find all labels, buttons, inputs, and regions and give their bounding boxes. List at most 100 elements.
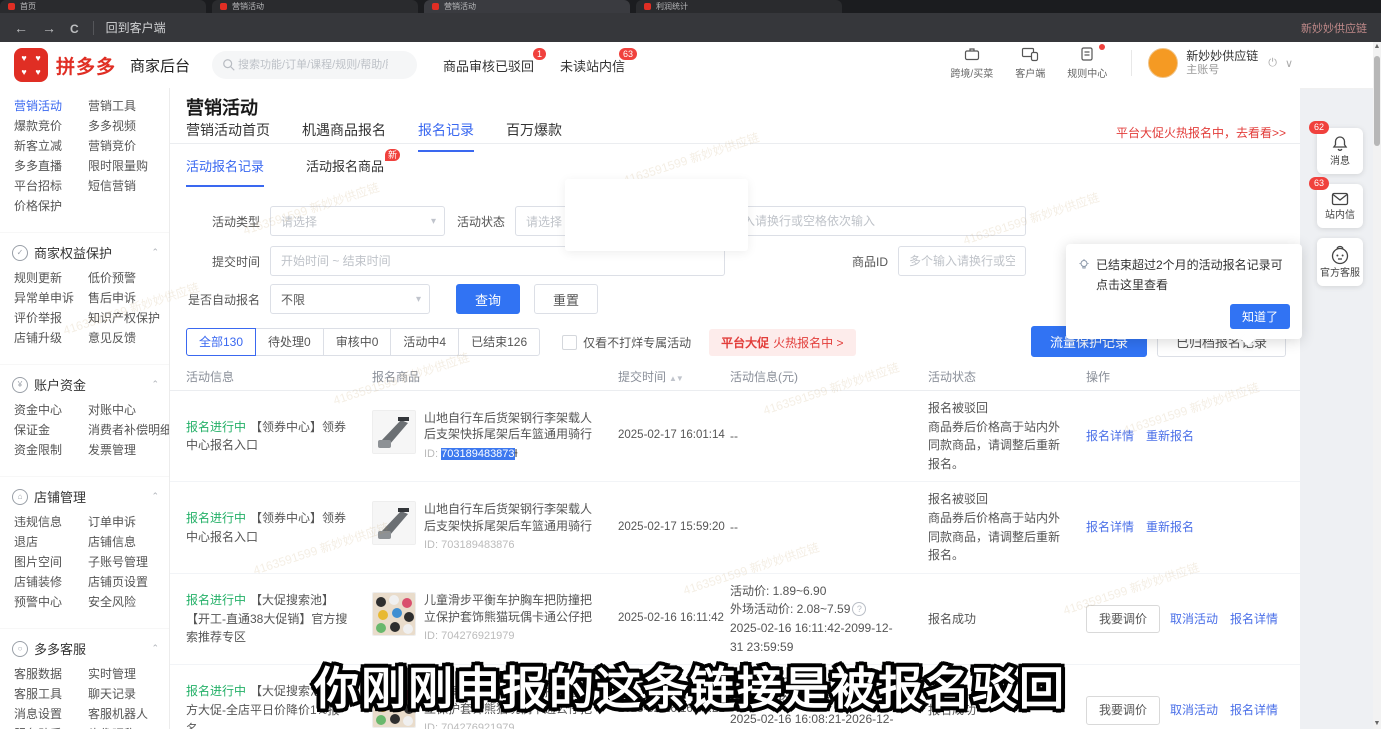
official-service-button[interactable]: 官方客服 (1317, 238, 1363, 286)
sidebar-item[interactable]: 价格保护 (14, 196, 88, 216)
sidebar-item[interactable]: 退店 (14, 532, 88, 552)
scroll-up-icon[interactable]: ▲ (1373, 42, 1381, 52)
rules-center-button[interactable]: 规则中心 (1067, 46, 1107, 80)
auto-signup-select[interactable]: 不限 (270, 284, 430, 314)
global-search[interactable] (212, 51, 417, 79)
chevron-up-icon[interactable]: ⌃ (151, 247, 159, 258)
sidebar-item[interactable]: 店铺页设置 (88, 572, 170, 592)
question-icon[interactable]: ? (852, 602, 866, 616)
sidebar-item[interactable]: 消息设置 (14, 704, 88, 724)
product-image[interactable] (372, 592, 416, 636)
sidebar-item[interactable]: 客服数据 (14, 664, 88, 684)
sidebar-item[interactable]: 意见反馈 (88, 328, 170, 348)
sidebar-item[interactable]: 对账中心 (88, 400, 170, 420)
sidebar-item[interactable]: 限时限量购 (88, 156, 170, 176)
tab-million-hits[interactable]: 百万爆款 (506, 120, 562, 152)
re-signup-link[interactable]: 重新报名 (1146, 429, 1194, 443)
sidebar-item[interactable]: 聊天记录 (88, 684, 170, 704)
product-name[interactable]: 山地自行车后货架钢行李架载人后支架快拆尾架后车篮通用骑行装备 (424, 410, 594, 444)
sidebar-item[interactable]: 评价举报 (14, 308, 88, 328)
sidebar-item[interactable]: 多多直播 (14, 156, 88, 176)
sidebar-item[interactable]: 订单申诉 (88, 512, 170, 532)
sidebar-item[interactable]: 资金限制 (14, 440, 88, 460)
sidebar-item[interactable]: 服务助手 (14, 724, 88, 729)
chevron-up-icon[interactable]: ⌃ (151, 643, 159, 654)
address-bar-text[interactable]: 回到客户端 (106, 19, 166, 36)
sidebar-item[interactable]: 安全风险 (88, 592, 170, 612)
browser-tab-4[interactable]: 利润统计 (636, 0, 842, 13)
sidebar-item[interactable]: 售后申诉 (88, 288, 170, 308)
product-name[interactable]: 儿童滑步平衡车护胸车把防撞把立保护套饰熊猫玩偶卡通公仔把手装 (424, 592, 594, 626)
sidebar-item[interactable]: 低价预警 (88, 268, 170, 288)
product-id[interactable]: ID: 704276921979 (424, 720, 594, 729)
sidebar-item[interactable]: 多多视频 (88, 116, 170, 136)
re-signup-link[interactable]: 重新报名 (1146, 520, 1194, 534)
review-rejected-link[interactable]: 商品审核已驳回1 (443, 56, 534, 75)
scrollbar[interactable]: ▲ ▼ (1373, 42, 1381, 729)
scroll-down-icon[interactable]: ▼ (1373, 719, 1381, 729)
product-image[interactable] (372, 410, 416, 454)
avatar[interactable] (1148, 48, 1178, 78)
cross-border-button[interactable]: 跨境/买菜 (950, 46, 993, 80)
adjust-price-button[interactable]: 我要调价 (1086, 605, 1160, 634)
signup-detail-link[interactable]: 报名详情 (1230, 612, 1278, 626)
activity-type-select[interactable]: 请选择 (270, 206, 445, 236)
product-id[interactable]: ID: 703189483873Ɨ (424, 446, 594, 463)
sidebar-item[interactable]: 短信营销 (88, 176, 170, 196)
sidebar-item[interactable]: 发票管理 (88, 440, 170, 460)
hot-signup-badge[interactable]: 平台大促火热报名中 > (709, 329, 855, 356)
reload-icon[interactable] (70, 20, 79, 36)
sidebar-item[interactable]: 店铺升级 (14, 328, 88, 348)
chip-all[interactable]: 全部130 (186, 328, 256, 356)
messages-button[interactable]: 62 消息 (1317, 128, 1363, 174)
browser-profile-name[interactable]: 新妙妙供应链 (1301, 20, 1367, 36)
sidebar-item[interactable]: 营销竞价 (88, 136, 170, 156)
forward-icon[interactable] (42, 20, 56, 36)
back-icon[interactable] (14, 20, 28, 36)
promo-link[interactable]: 平台大促火热报名中，去看看>> (1116, 124, 1286, 141)
checkbox[interactable] (562, 335, 577, 350)
sidebar-item[interactable]: 头像昵称 (88, 724, 170, 729)
sidebar-item[interactable]: 消费者补偿明细 (88, 420, 170, 440)
signup-detail-link[interactable]: 报名详情 (1230, 703, 1278, 717)
chip-ended[interactable]: 已结束126 (458, 328, 540, 356)
product-id[interactable]: ID: 703189483876 (424, 537, 594, 554)
product-id-input[interactable] (898, 246, 1026, 276)
sidebar-item[interactable]: 保证金 (14, 420, 88, 440)
sidebar-item[interactable]: 平台招标 (14, 176, 88, 196)
got-it-button[interactable]: 知道了 (1230, 304, 1290, 329)
sidebar-item[interactable]: 资金中心 (14, 400, 88, 420)
signup-detail-link[interactable]: 报名详情 (1086, 520, 1134, 534)
subtab-activity-records[interactable]: 活动报名记录 (186, 148, 264, 187)
subtab-activity-products[interactable]: 活动报名商品新 (306, 148, 384, 187)
sidebar-item[interactable]: 新客立减 (14, 136, 88, 156)
query-button[interactable]: 查询 (456, 284, 520, 314)
logout-icon[interactable]: ⏻ (1268, 57, 1277, 70)
chevron-up-icon[interactable]: ⌃ (151, 379, 159, 390)
sidebar-item-marketing-tools[interactable]: 营销工具 (88, 96, 170, 116)
browser-tab-2[interactable]: 营销活动 (212, 0, 418, 13)
signup-detail-link[interactable]: 报名详情 (1086, 429, 1134, 443)
chip-pending[interactable]: 待处理0 (255, 328, 324, 356)
product-image[interactable] (372, 501, 416, 545)
sidebar-item[interactable]: 知识产权保护 (88, 308, 170, 328)
site-mail-button[interactable]: 63 站内信 (1317, 184, 1363, 228)
search-input[interactable] (236, 58, 390, 72)
sidebar-item[interactable]: 规则更新 (14, 268, 88, 288)
sidebar-item[interactable]: 预警中心 (14, 592, 88, 612)
sidebar-item[interactable]: 实时管理 (88, 664, 170, 684)
account-info[interactable]: 新妙妙供应链 主账号 (1186, 49, 1258, 77)
sidebar-item-marketing-activity[interactable]: 营销活动 (14, 96, 88, 116)
sidebar-item[interactable]: 图片空间 (14, 552, 88, 572)
browser-tab-1[interactable]: 首页 (0, 0, 206, 13)
sidebar-item[interactable]: 子账号管理 (88, 552, 170, 572)
pinduoduo-logo-icon[interactable]: ♥♥♥♥ (14, 48, 48, 82)
browser-tab-3-active[interactable]: 营销活动 (424, 0, 630, 13)
sidebar-item[interactable]: 违规信息 (14, 512, 88, 532)
col-submit-time[interactable]: 提交时间▲▼ (602, 368, 714, 385)
tab-signup-records[interactable]: 报名记录 (418, 120, 474, 152)
sidebar-item[interactable]: 店铺装修 (14, 572, 88, 592)
sidebar-item[interactable]: 客服机器人 (88, 704, 170, 724)
chevron-up-icon[interactable]: ⌃ (151, 491, 159, 502)
sidebar-item[interactable]: 客服工具 (14, 684, 88, 704)
